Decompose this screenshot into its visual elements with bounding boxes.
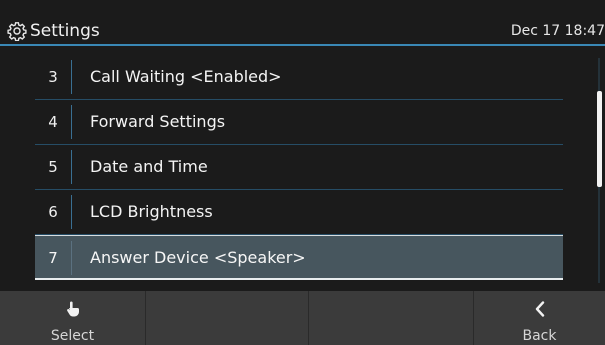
menu-item-divider [71,150,72,184]
menu-item-number: 7 [48,249,58,267]
softkey-bar: Select Back [0,291,605,345]
gear-icon [7,22,27,41]
header-bar: Settings Dec 17 18:47 [0,0,605,44]
settings-menu-list: 3 Call Waiting <Enabled> 4 Forward Setti… [35,55,563,280]
menu-item-label: Answer Device <Speaker> [90,248,306,267]
hand-pointer-icon [66,301,79,317]
menu-item-label: LCD Brightness [90,202,213,221]
chevron-left-icon [535,301,544,317]
menu-item-divider [71,105,72,139]
softkey-3[interactable] [309,291,474,345]
select-softkey[interactable]: Select [0,291,146,345]
clock: Dec 17 18:47 [510,23,605,39]
select-softkey-label: Select [50,328,95,344]
menu-item-forward-settings[interactable]: 4 Forward Settings [35,100,563,145]
page-title: Settings [30,21,100,41]
menu-item-label: Forward Settings [90,112,226,131]
back-softkey-label: Back [522,328,557,344]
menu-item-lcd-brightness[interactable]: 6 LCD Brightness [35,190,563,235]
phone-screen: Settings Dec 17 18:47 3 Call Waiting <En… [0,0,605,345]
menu-item-date-and-time[interactable]: 5 Date and Time [35,145,563,190]
menu-item-divider [71,60,72,94]
back-softkey[interactable]: Back [474,291,605,345]
menu-item-label: Date and Time [90,157,208,176]
menu-item-answer-device[interactable]: 7 Answer Device <Speaker> [35,235,563,280]
menu-item-number: 5 [48,158,58,176]
menu-item-number: 4 [48,113,58,131]
header-divider [0,44,605,46]
menu-item-number: 6 [48,203,58,221]
menu-item-label: Call Waiting <Enabled> [90,67,282,86]
scrollbar-thumb[interactable] [597,91,602,187]
menu-item-divider [71,241,72,275]
menu-item-divider [71,195,72,229]
menu-item-number: 3 [48,68,58,86]
softkey-2[interactable] [146,291,309,345]
menu-item-call-waiting[interactable]: 3 Call Waiting <Enabled> [35,55,563,100]
